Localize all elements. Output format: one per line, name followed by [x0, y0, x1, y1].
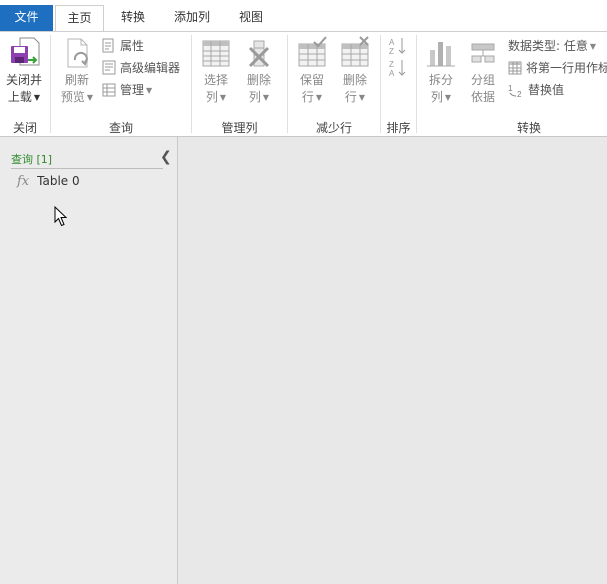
keep-rows-button[interactable]: 保留 行 ▼	[293, 36, 331, 106]
close-and-load-label-1: 关闭并	[5, 73, 42, 87]
chevron-down-icon: ▼	[219, 93, 227, 102]
chevron-down-icon: ▼	[146, 86, 153, 95]
remove-columns-button[interactable]: 删除 列 ▼	[240, 36, 278, 106]
properties-button[interactable]: 属性	[102, 36, 144, 56]
manage-label: 管理	[120, 83, 145, 97]
choose-columns-icon	[202, 40, 230, 67]
group-by-button[interactable]: 分组 依据	[464, 36, 502, 106]
group-label-reduce-rows: 减少行	[315, 121, 352, 135]
advanced-editor-icon	[102, 60, 116, 75]
close-and-load-button[interactable]: 关闭并 上载 ▼	[3, 36, 45, 106]
svg-text:A: A	[389, 38, 395, 47]
keep-rows-label-1: 保留	[299, 73, 324, 87]
group-label-close: 关闭	[12, 121, 37, 135]
keep-rows-label-2: 行	[301, 90, 314, 104]
table-header-icon	[508, 61, 522, 75]
manage-icon	[102, 83, 116, 97]
tab-add-column[interactable]: 添加列	[164, 5, 220, 31]
keep-rows-icon	[298, 36, 327, 67]
replace-values-button[interactable]: 1 2 替换值	[508, 80, 564, 100]
use-first-row-as-headers-label: 将第一行用作标	[526, 61, 607, 75]
chevron-down-icon: ▼	[86, 93, 94, 102]
advanced-editor-button[interactable]: 高级编辑器	[102, 58, 180, 78]
group-by-icon	[471, 43, 495, 63]
replace-values-icon: 12	[508, 84, 522, 97]
refresh-label-1: 刷新	[64, 73, 89, 87]
replace-values-label: 替换值	[528, 83, 565, 97]
svg-text:1: 1	[508, 84, 513, 93]
svg-text:2: 2	[517, 90, 522, 97]
sort-descending-icon: Z A	[389, 60, 406, 78]
refresh-icon	[67, 38, 88, 68]
chevron-down-icon: ▼	[33, 93, 41, 102]
tab-view[interactable]: 视图	[226, 5, 276, 31]
data-preview-area	[178, 137, 607, 584]
chevron-down-icon: ▼	[315, 93, 323, 102]
split-column-label-1: 拆分	[428, 73, 453, 87]
remove-columns-label-2: 列	[248, 90, 261, 104]
ribbon: 关闭并 上载 ▼ 关闭 刷新 预览 ▼ 属性 高级编辑器 管理 ▼ 查询 选择 列 ▼	[0, 31, 607, 137]
remove-rows-icon	[341, 36, 369, 67]
chevron-down-icon: ▼	[589, 42, 597, 51]
group-by-label-2: 依据	[470, 90, 495, 104]
remove-columns-label-1: 删除	[246, 73, 271, 87]
remove-rows-button[interactable]: 删除 行 ▼	[336, 36, 374, 106]
choose-columns-label-1: 选择	[203, 73, 228, 87]
choose-columns-label-2: 列	[205, 90, 218, 104]
queries-pane: 查询 [1] ❮ fx Table 0	[0, 137, 178, 584]
group-by-label-1: 分组	[470, 73, 495, 87]
chevron-down-icon: ▼	[444, 93, 452, 102]
close-and-load-label-2: 上载	[7, 90, 32, 104]
chevron-down-icon: ▼	[358, 93, 366, 102]
function-icon: fx	[17, 174, 30, 189]
group-label-transform: 转换	[516, 121, 541, 135]
save-close-icon	[11, 37, 40, 66]
svg-text:A: A	[389, 69, 395, 78]
split-column-label-2: 列	[430, 90, 443, 104]
properties-icon	[102, 38, 114, 53]
query-list-item[interactable]: fx Table 0	[17, 172, 80, 190]
properties-label: 属性	[120, 39, 145, 53]
sort-ascending-icon: A Z	[389, 38, 406, 56]
svg-text:Z: Z	[389, 60, 394, 69]
queries-pane-header: 查询 [1]	[11, 151, 163, 169]
advanced-editor-label: 高级编辑器	[120, 61, 181, 75]
collapse-pane-chevron-icon[interactable]: ❮	[160, 149, 172, 165]
use-first-row-as-headers-button[interactable]: 将第一行用作标	[508, 58, 607, 78]
group-label-sort: 排序	[386, 121, 411, 135]
split-column-icon	[427, 42, 455, 67]
tab-file[interactable]: 文件	[0, 5, 53, 31]
remove-rows-label-1: 删除	[342, 73, 367, 87]
data-type-label: 数据类型: 任意	[508, 39, 588, 53]
data-type-dropdown[interactable]: 数据类型: 任意 ▼	[508, 36, 596, 56]
sort-descending-button[interactable]: Z A	[386, 58, 410, 83]
choose-columns-button[interactable]: 选择 列 ▼	[197, 36, 235, 106]
group-label-query: 查询	[108, 121, 133, 135]
query-name: Table 0	[37, 174, 80, 188]
manage-button[interactable]: 管理 ▼	[102, 80, 152, 100]
chevron-down-icon: ▼	[262, 93, 270, 102]
tab-transform[interactable]: 转换	[108, 5, 158, 31]
remove-rows-label-2: 行	[344, 90, 357, 104]
refresh-label-2: 预览	[60, 90, 85, 104]
group-label-manage-columns: 管理列	[221, 121, 258, 135]
mouse-cursor-icon	[54, 206, 68, 227]
tab-home[interactable]: 主页	[55, 5, 104, 32]
remove-columns-icon	[248, 40, 270, 68]
refresh-preview-button[interactable]: 刷新 预览 ▼	[57, 36, 97, 106]
ribbon-tab-bar: 文件 主页 转换 添加列 视图	[0, 0, 607, 32]
split-column-button[interactable]: 拆分 列 ▼	[422, 36, 460, 106]
svg-text:Z: Z	[389, 47, 394, 56]
